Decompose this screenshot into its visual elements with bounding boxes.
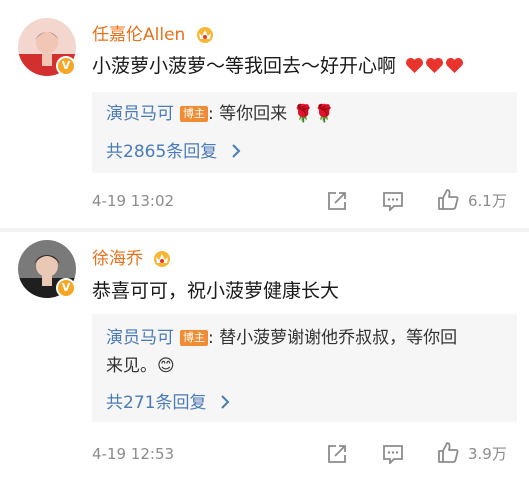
reply-preview-box[interactable]: 演员马可 博主: 替小菠萝谢谢他乔叔叔，等你回 来见。😊 共271条回复 (92, 314, 517, 422)
author-tag: 博主 (180, 330, 208, 346)
heart-icon (406, 57, 424, 74)
timestamp: 4-19 13:02 (92, 192, 175, 210)
reply-count[interactable]: 共271条回复 (106, 393, 206, 413)
comment-text: 恭喜可可，祝小菠萝健康长大 (92, 280, 340, 302)
comment-icon (383, 192, 403, 211)
comment-item: V 徐海乔 恭喜可可，祝小菠萝健康长大 演员马可 博主: 替小菠萝谢谢他乔叔叔，等… (0, 232, 529, 478)
comment-icon (383, 445, 403, 464)
view-replies-link[interactable]: 共2865条回复 (106, 137, 241, 164)
chevron-right-icon (231, 143, 241, 164)
author-tag: 博主 (180, 106, 208, 122)
thumbs-up-icon (438, 189, 459, 210)
timestamp: 4-19 12:53 (92, 445, 175, 463)
view-replies-link[interactable]: 共271条回复 (106, 388, 230, 415)
reply-count[interactable]: 共2865条回复 (106, 142, 217, 162)
username[interactable]: 徐海乔 (92, 244, 172, 272)
reply-line: 演员马可 博主: 替小菠萝谢谢他乔叔叔，等你回 (106, 324, 503, 352)
username-text[interactable]: 徐海乔 (92, 249, 143, 269)
like-button[interactable]: 6.1万 (436, 188, 507, 212)
comment-button[interactable] (382, 191, 404, 211)
share-button[interactable] (326, 190, 348, 212)
comment-text: 小菠萝小菠萝～等我回去～好开心啊 (92, 51, 464, 78)
verified-badge-icon: V (56, 278, 76, 298)
reply-line-continued: 来见。😊 (106, 356, 175, 376)
chevron-right-icon (220, 394, 230, 415)
reply-preview-box[interactable]: 演员马可 博主: 等你回来 🌹🌹 共2865条回复 (92, 92, 517, 173)
share-icon (328, 192, 346, 210)
comment-text-content: 小菠萝小菠萝～等我回去～好开心啊 (92, 55, 397, 77)
share-button[interactable] (326, 443, 348, 465)
heart-icon (446, 57, 464, 74)
crown-icon (195, 25, 215, 48)
like-count: 6.1万 (468, 191, 507, 210)
username-text[interactable]: 任嘉伦Allen (92, 25, 185, 45)
reply-text: : 替小菠萝谢谢他乔叔叔，等你回 (208, 328, 458, 348)
hearts-emoji (404, 55, 464, 77)
comment-button[interactable] (382, 444, 404, 464)
crown-icon (152, 249, 172, 272)
reply-line: 演员马可 博主: 等你回来 🌹🌹 (106, 100, 503, 128)
reply-text: : 等你回来 🌹🌹 (208, 104, 335, 124)
heart-icon (426, 57, 444, 74)
thumbs-up-icon (438, 442, 459, 463)
username[interactable]: 任嘉伦Allen (92, 20, 215, 48)
like-button[interactable]: 3.9万 (436, 441, 507, 465)
reply-author[interactable]: 演员马可 (106, 104, 174, 124)
like-count: 3.9万 (468, 444, 507, 463)
comment-item: V 任嘉伦Allen 小菠萝小菠萝～等我回去～好开心啊 演员马可 博主: 等你回来… (0, 0, 529, 228)
share-icon (328, 445, 346, 463)
verified-badge-icon: V (56, 56, 76, 76)
reply-author[interactable]: 演员马可 (106, 328, 174, 348)
